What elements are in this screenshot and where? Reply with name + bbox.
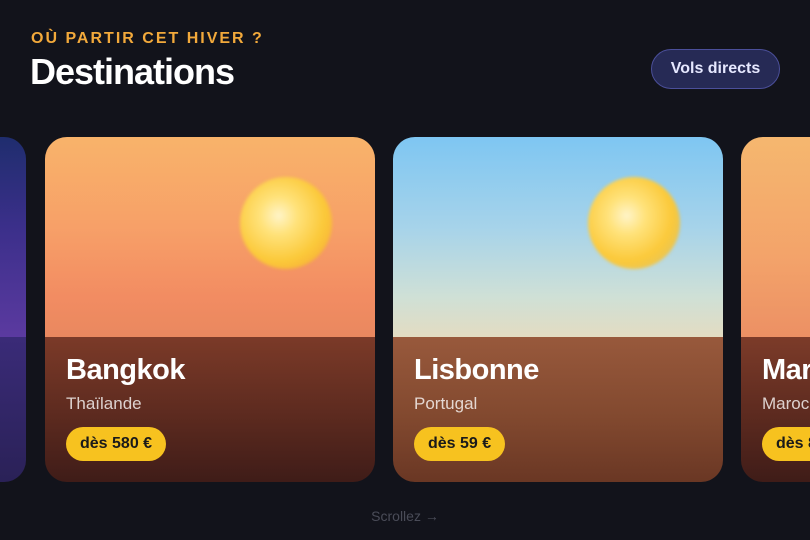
destination-card[interactable] — [0, 137, 26, 482]
destination-card-maroc[interactable]: Marrakech Maroc dès 89 € — [741, 137, 810, 482]
destination-name: Bangkok — [66, 354, 185, 386]
sun-icon — [240, 177, 332, 269]
destination-country: Thaïlande — [66, 394, 142, 413]
destination-name: Lisbonne — [414, 354, 539, 386]
destinations-page: OÙ PARTIR CET HIVER ? Destinations Vols … — [0, 0, 810, 540]
price-badge: dès 59 € — [414, 427, 506, 461]
destination-country: Maroc — [762, 394, 810, 413]
direct-flights-filter-button[interactable]: Vols directs — [651, 49, 780, 89]
card-sky — [741, 137, 810, 337]
card-sky — [0, 137, 26, 337]
price-badge: dès 580 € — [66, 427, 167, 461]
card-ground — [0, 337, 26, 482]
destinations-carousel[interactable]: Bangkok Thaïlande dès 580 € Lisbonne Por… — [0, 137, 810, 483]
scroll-hint: Scrollez → — [371, 508, 439, 524]
price-badge: dès 89 € — [762, 427, 810, 461]
destination-name: Marrakech — [762, 354, 810, 386]
destination-card-bangkok[interactable]: Bangkok Thaïlande dès 580 € — [45, 137, 375, 482]
section-eyebrow: OÙ PARTIR CET HIVER ? — [31, 30, 264, 47]
page-title: Destinations — [30, 51, 235, 92]
sun-icon — [588, 177, 680, 269]
destination-country: Portugal — [414, 394, 478, 413]
destination-card-lisbonne[interactable]: Lisbonne Portugal dès 59 € — [393, 137, 723, 482]
